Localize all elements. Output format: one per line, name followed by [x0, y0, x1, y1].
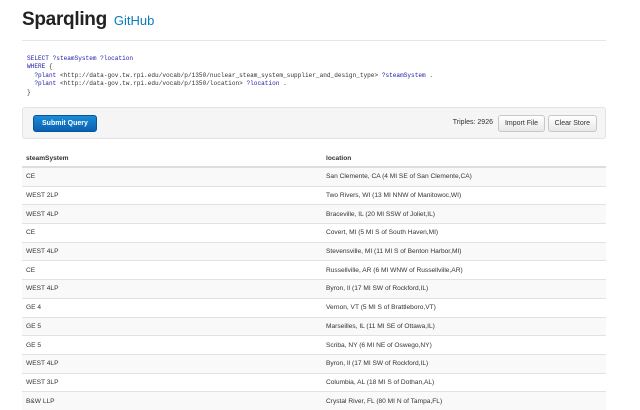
- column-header-location: location: [322, 150, 606, 168]
- column-header-steamsystem: steamSystem: [22, 150, 322, 168]
- query-select-keyword: SELECT: [27, 55, 49, 62]
- table-row: GE 4 Vernon, VT (5 MI S of Brattleboro,VT…: [22, 297, 606, 317]
- query-close-brace: }: [27, 88, 31, 96]
- query-triple1-object: ?steamSystem: [381, 71, 426, 79]
- results-table: steamSystem location CE San Clemente, CA …: [22, 150, 606, 410]
- cell-steamsystem: WEST 4LP: [22, 204, 322, 224]
- cell-location: Russellville, AR (6 MI WNW of Russellvil…: [322, 260, 606, 280]
- cell-location: Columbia, AL (18 MI S of Dothan,AL): [322, 372, 606, 392]
- submit-query-button[interactable]: Submit Query: [33, 115, 97, 132]
- query-triple2-predicate: <http://data-gov.tw.rpi.edu/vocab/p/1350…: [59, 80, 243, 88]
- query-triple2-object: ?location: [246, 80, 280, 88]
- cell-steamsystem: CE: [22, 166, 322, 187]
- query-open-brace: {: [48, 63, 53, 71]
- clear-store-button[interactable]: Clear Store: [547, 115, 597, 132]
- table-row: CE Covert, MI (5 MI S of South Haven,MI): [22, 223, 606, 243]
- cell-steamsystem: GE 5: [22, 316, 322, 336]
- table-row: WEST 4LP Stevensville, MI (11 MI S of Ben…: [22, 241, 606, 261]
- query-triple2-end: .: [283, 80, 287, 88]
- table-row: CE Russellville, AR (6 MI WNW of Russellv…: [22, 260, 606, 280]
- table-row: CE San Clemente, CA (4 MI SE of San Cleme…: [22, 166, 606, 187]
- cell-steamsystem: B&W LLP: [22, 391, 322, 410]
- table-row: GE 5 Marseilles, IL (11 MI SE of Ottawa,I…: [22, 316, 606, 336]
- cell-location: Vernon, VT (5 MI S of Brattleboro,VT): [322, 297, 606, 317]
- query-triple1-subject: ?plant: [34, 71, 57, 79]
- query-where-keyword: WHERE: [27, 63, 46, 71]
- cell-location: Crystal River, FL (80 MI N of Tampa,FL): [322, 391, 606, 410]
- cell-location: San Clemente, CA (4 MI SE of San Clement…: [322, 166, 606, 187]
- table-row: WEST 4LP Byron, Il (17 MI SW of Rockford,…: [22, 279, 606, 299]
- header-divider: [22, 40, 606, 41]
- cell-steamsystem: CE: [22, 260, 322, 280]
- table-row: WEST 4LP Braceville, IL (20 MI SSW of Jol…: [22, 204, 606, 224]
- cell-location: Marseilles, IL (11 MI SE of Ottawa,IL): [322, 316, 606, 336]
- query-triple2-subject: ?plant: [34, 80, 57, 88]
- github-link[interactable]: GitHub: [114, 13, 154, 28]
- sparql-query-editor[interactable]: SELECT ?steamSystem ?location WHERE { ?p…: [27, 55, 433, 97]
- table-header-row: steamSystem location: [22, 150, 606, 168]
- cell-location: Scriba, NY (6 MI NE of Oswego,NY): [322, 335, 606, 355]
- cell-location: Braceville, IL (20 MI SSW of Joliet,IL): [322, 204, 606, 224]
- query-select-vars: ?steamSystem ?location: [52, 55, 134, 62]
- cell-steamsystem: WEST 4LP: [22, 353, 322, 374]
- table-row: GE 5 Scriba, NY (6 MI NE of Oswego,NY): [22, 335, 606, 355]
- triples-count: Triples: 2926: [452, 119, 493, 126]
- cell-steamsystem: WEST 2LP: [22, 185, 322, 205]
- table-row: WEST 4LP Byron, Il (17 MI SW of Rockford,…: [22, 353, 606, 374]
- cell-steamsystem: WEST 4LP: [22, 241, 322, 261]
- app-title: Sparqling: [22, 9, 107, 30]
- cell-location: Stevensville, MI (11 MI S of Benton Harb…: [322, 241, 606, 261]
- cell-steamsystem: CE: [22, 223, 322, 243]
- app-header: Sparqling GitHub: [22, 9, 154, 31]
- query-triple1-predicate: <http://data-gov.tw.rpi.edu/vocab/p/1350…: [59, 71, 379, 79]
- table-row: B&W LLP Crystal River, FL (80 MI N of Tam…: [22, 391, 606, 410]
- cell-steamsystem: WEST 3LP: [22, 372, 322, 392]
- table-row: WEST 3LP Columbia, AL (18 MI S of Dothan,…: [22, 372, 606, 392]
- cell-location: Covert, MI (5 MI S of South Haven,MI): [322, 223, 606, 243]
- cell-steamsystem: GE 5: [22, 335, 322, 355]
- cell-steamsystem: WEST 4LP: [22, 279, 322, 299]
- import-file-button[interactable]: Import File: [497, 115, 545, 132]
- cell-location: Byron, Il (17 MI SW of Rockford,IL): [322, 279, 606, 299]
- table-row: WEST 2LP Two Rivers, WI (13 MI NNW of Man…: [22, 185, 606, 205]
- query-triple1-end: .: [429, 71, 434, 79]
- query-toolbar: Submit Query Triples: 2926 Import File C…: [22, 107, 606, 139]
- cell-steamsystem: GE 4: [22, 297, 322, 317]
- cell-location: Two Rivers, WI (13 MI NNW of Manitowoc,W…: [322, 185, 606, 205]
- cell-location: Byron, Il (17 MI SW of Rockford,IL): [322, 353, 606, 374]
